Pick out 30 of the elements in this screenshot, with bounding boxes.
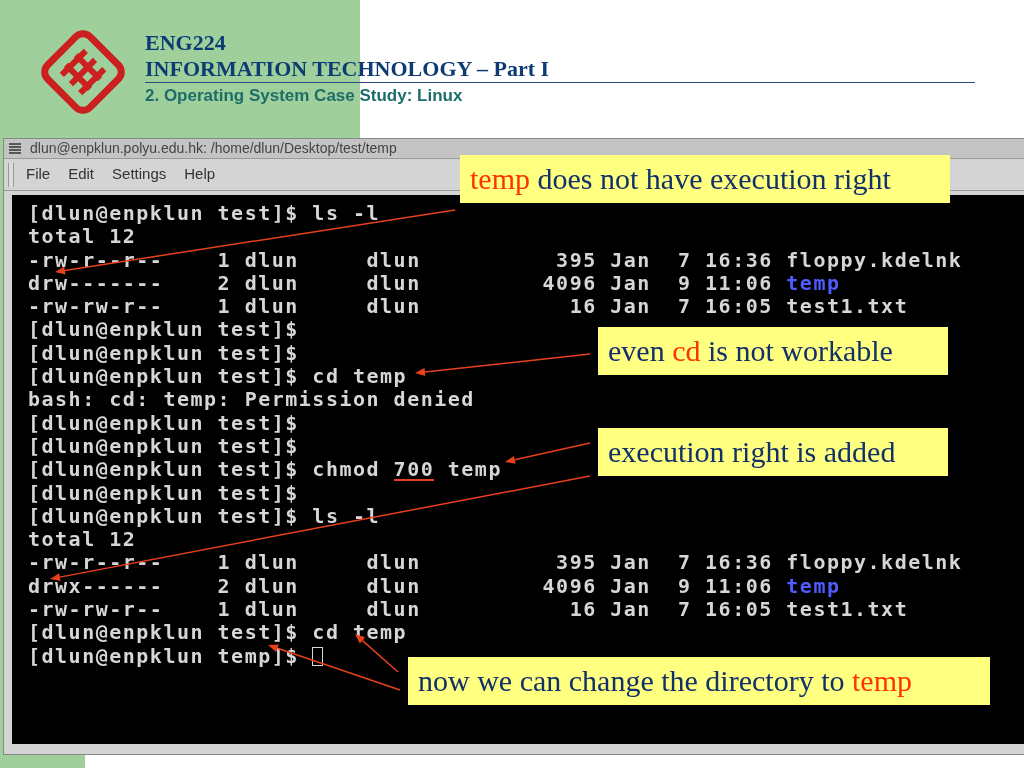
slide-subtitle: 2. Operating System Case Study: Linux [145,85,464,107]
terminal-line: [dlun@enpklun test]$ [28,434,299,459]
menu-item[interactable]: Settings [112,163,167,186]
terminal-line: total 12 [28,528,137,552]
callout-note: execution right is added [598,428,948,476]
terminal-line: [dlun@enpklun test]$ [28,411,299,435]
menu-icon[interactable] [8,141,22,156]
terminal-line: drwx------ 2 dlun dlun 4096 Jan 9 11:06 temp [28,574,841,599]
terminal-line: [dlun@enpklun test]$ cd temp [28,365,408,389]
callout-note: temp does not have execution right [460,155,950,203]
terminal-line: [dlun@enpklun test]$ [28,481,299,505]
terminal-line: [dlun@enpklun test]$ [28,318,299,342]
menu-item[interactable]: Edit [68,163,95,186]
callout-note: even cd is not workable [598,327,948,375]
course-code: ENG224 [145,30,227,56]
callout-note: now we can change the directory to temp [408,657,990,705]
menu-item[interactable]: Help [184,163,216,186]
terminal-line: [dlun@enpklun test]$ ls -l [28,202,381,226]
window-title: dlun@enpklun.polyu.edu.hk: /home/dlun/Desktop/test/temp [30,139,397,158]
terminal-line: [dlun@enpklun temp]$ [28,644,324,668]
terminal-line: [dlun@enpklun test]$ [28,341,299,366]
terminal-line: -rw-rw-r-- 1 dlun dlun 16 Jan 7 16:05 test1.txt [28,598,909,622]
terminal-line: -rw-rw-r-- 1 dlun dlun 16 Jan 7 16:05 test1.txt [28,295,909,319]
terminal-line: bash: cd: temp: Permission denied [28,388,475,412]
grip-handle[interactable] [8,162,14,187]
slide-title: INFORMATION TECHNOLOGY – Part I [145,56,975,83]
terminal-line: drw------- 2 dlun dlun 4096 Jan 9 11:06 temp [28,271,841,296]
terminal-line: [dlun@enpklun test]$ chmod 700 temp [28,458,502,482]
terminal-line: total 12 [28,225,137,249]
menu-item[interactable]: File [26,163,51,186]
